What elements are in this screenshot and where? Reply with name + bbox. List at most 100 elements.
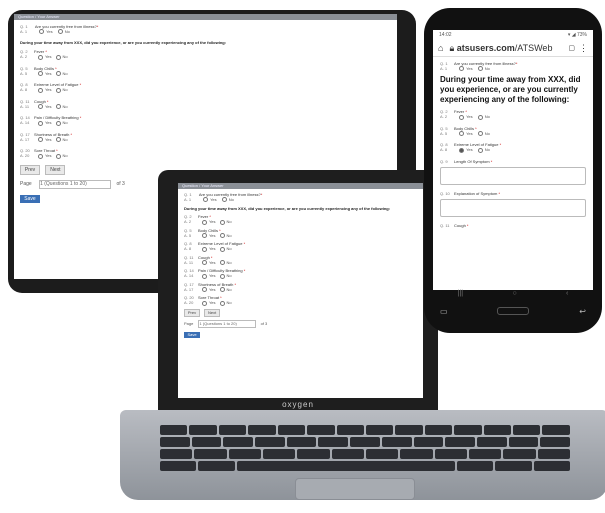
yes-radio[interactable]: Yes — [38, 54, 52, 60]
yes-radio[interactable]: Yes — [38, 71, 52, 77]
radio-icon — [55, 137, 61, 143]
yes-radio[interactable]: Yes — [38, 153, 52, 159]
radio-icon — [219, 233, 225, 239]
laptop-trackpad[interactable] — [295, 478, 415, 500]
page-select[interactable]: 1 (Questions 1 to 20) — [39, 179, 112, 189]
no-radio[interactable]: No — [219, 219, 232, 225]
yes-radio[interactable]: Yes — [202, 287, 216, 293]
answer-row: A. 11 Yes No — [184, 259, 232, 266]
no-radio[interactable]: No — [219, 233, 232, 239]
yes-radio[interactable]: Yes — [202, 233, 216, 239]
answer-row: A. 8 Yes No — [440, 147, 490, 153]
phone-nav-bar: ||| ○ ‹ — [433, 290, 593, 300]
back-key-icon[interactable]: ↩ — [579, 307, 586, 316]
radio-icon — [202, 273, 207, 279]
symptom-item: Q. 11 Cough * A. 11 Yes No — [20, 99, 391, 110]
no-radio[interactable]: No — [477, 147, 490, 153]
yes-radio[interactable]: Yes — [202, 246, 216, 252]
next-button[interactable]: Next — [45, 164, 66, 175]
no-radio[interactable]: No — [55, 54, 68, 60]
no-radio[interactable]: No — [55, 137, 68, 143]
no-radio[interactable]: No — [219, 246, 232, 252]
no-radio[interactable]: No — [57, 29, 70, 35]
menu-key-icon[interactable]: ▭ — [440, 307, 448, 316]
no-radio[interactable]: No — [55, 120, 68, 126]
home-icon[interactable]: ⌂ — [438, 43, 443, 53]
yes-radio[interactable]: Yes — [38, 104, 52, 110]
no-radio[interactable]: No — [221, 197, 234, 203]
no-radio[interactable]: No — [219, 287, 232, 293]
radio-icon — [202, 233, 207, 239]
symptom-item: Q. 8 Extreme Level of Fatigue * A. 8 Yes No — [184, 241, 417, 252]
tabs-icon[interactable]: ▢ — [568, 44, 575, 52]
yes-radio[interactable]: Yes — [202, 273, 216, 279]
radio-icon — [219, 287, 225, 293]
yes-radio[interactable]: Yes — [202, 260, 216, 266]
yes-radio[interactable]: Yes — [39, 29, 53, 35]
answer-row: A. 17 Yes No — [184, 286, 232, 293]
save-button[interactable]: Save — [20, 194, 40, 203]
yes-radio[interactable]: Yes — [459, 114, 473, 120]
menu-icon[interactable]: ⋮ — [579, 43, 588, 54]
yes-radio[interactable]: Yes — [459, 147, 473, 153]
next-button[interactable]: Next — [204, 308, 221, 317]
radio-icon — [57, 29, 63, 35]
laptop-form: Question / Your Answer Q. 1 Are you curr… — [178, 183, 423, 398]
no-radio[interactable]: No — [55, 71, 68, 77]
radio-icon — [38, 87, 43, 93]
yes-radio[interactable]: Yes — [203, 197, 217, 203]
no-radio[interactable]: No — [477, 114, 490, 120]
radio-icon — [38, 153, 43, 159]
home-key[interactable] — [497, 307, 530, 315]
status-bar: 14:02 ▾ ◢ 73% — [433, 30, 593, 40]
answer-row: A. 2 Yes No — [184, 219, 232, 225]
prev-button[interactable]: Prev — [184, 308, 200, 317]
symptom-item: Q. 11 Cough * A. 11 Yes No — [184, 255, 417, 266]
address-bar[interactable]: ⌂ 🔒︎ atsusers.com/ATSWeb ▢ ⋮ — [433, 40, 593, 57]
answer-row: A. 17 Yes No — [20, 136, 68, 143]
yes-radio[interactable]: Yes — [202, 219, 216, 225]
page-selector: Page 1 (Questions 1 to 20) of 3 — [184, 319, 268, 328]
yes-radio[interactable]: Yes — [38, 120, 52, 126]
no-radio[interactable]: No — [219, 300, 232, 306]
radio-icon — [38, 104, 43, 110]
radio-icon — [202, 219, 207, 225]
prev-button[interactable]: Prev — [20, 164, 40, 175]
no-radio[interactable]: No — [477, 66, 490, 72]
no-radio[interactable]: No — [477, 131, 490, 137]
no-radio[interactable]: No — [219, 260, 232, 266]
no-radio[interactable]: No — [219, 273, 232, 279]
answer-row: A. 1 Yes No — [440, 66, 490, 72]
radio-icon — [459, 114, 465, 120]
radio-icon — [55, 104, 61, 110]
yes-radio[interactable]: Yes — [459, 131, 473, 137]
phone-hardware-buttons: ▭ ↩ — [440, 302, 586, 320]
yes-radio[interactable]: Yes — [459, 66, 473, 72]
answer-row: A. 14 Yes No — [20, 120, 68, 126]
answer-row: A. 14 Yes No — [184, 273, 232, 279]
yes-radio[interactable]: Yes — [38, 137, 52, 143]
no-radio[interactable]: No — [55, 153, 68, 159]
answer-row: A. 11 Yes No — [20, 103, 68, 110]
radio-icon — [202, 260, 207, 266]
radio-icon — [219, 219, 225, 225]
answer-row: A. 8 Yes No — [20, 87, 68, 93]
page-select[interactable]: 1 (Questions 1 to 20) — [198, 319, 257, 328]
length-of-symptom-input[interactable] — [440, 166, 586, 185]
save-button[interactable]: Save — [184, 331, 200, 338]
home-button-icon[interactable]: ○ — [512, 290, 516, 300]
phone-screen: 14:02 ▾ ◢ 73% ⌂ 🔒︎ atsusers.com/ATSWeb ▢… — [433, 30, 593, 290]
no-radio[interactable]: No — [55, 87, 68, 93]
symptom-item: Q. 14 Pain / Difficulty Breathing * A. 14 Y… — [184, 268, 417, 279]
phone-form: Q. 1 Are you currently free from illness?… — [433, 57, 593, 232]
back-icon[interactable]: ‹ — [566, 290, 568, 300]
status-icons: ▾ ◢ 73% — [567, 32, 587, 38]
no-radio[interactable]: No — [55, 104, 68, 110]
recent-apps-icon[interactable]: ||| — [458, 290, 463, 300]
answer-row: A. 8 Yes No — [184, 246, 232, 252]
yes-radio[interactable]: Yes — [202, 300, 216, 306]
explanation-of-symptom-input[interactable] — [440, 198, 586, 217]
radio-icon — [38, 120, 43, 126]
yes-radio[interactable]: Yes — [38, 87, 52, 93]
symptom-item: Q. 20 Sore Throat * A. 20 Yes No — [20, 148, 391, 159]
